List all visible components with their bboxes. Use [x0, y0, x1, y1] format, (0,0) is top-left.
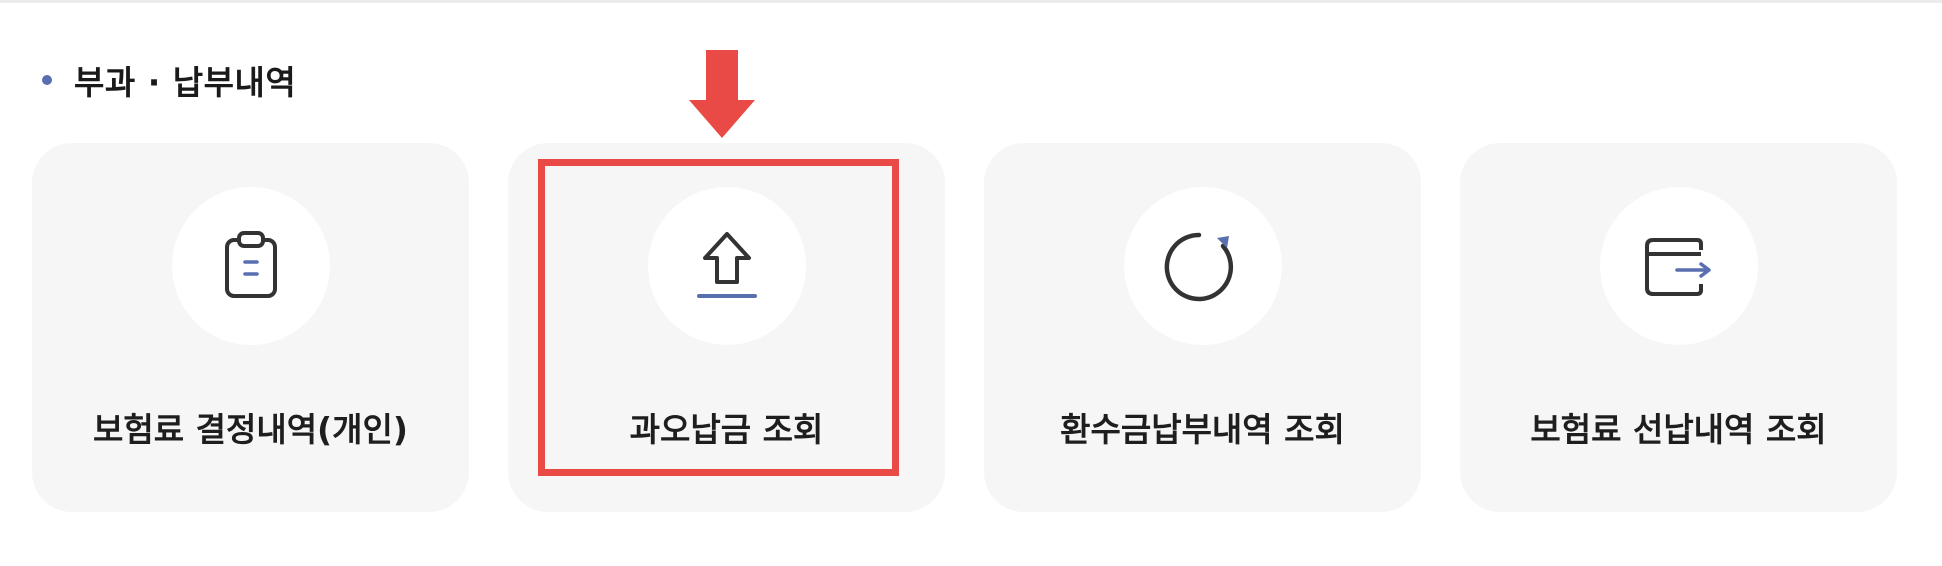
upload-arrow-icon: [697, 232, 757, 298]
icon-circle: [1124, 187, 1282, 345]
menu-card-list: 보험료 결정내역(개인) 과오납금 조회 환수금납부내역 조회 보험료 선납내역…: [32, 143, 1897, 512]
card-label: 과오납금 조회: [629, 410, 824, 449]
card-label: 환수금납부내역 조회: [1060, 410, 1345, 449]
section-heading: 부과 · 납부내역: [42, 58, 296, 102]
card-prepayment-inquiry[interactable]: 보험료 선납내역 조회: [1460, 143, 1897, 512]
top-divider: [0, 0, 1942, 3]
icon-circle: [1600, 187, 1758, 345]
card-recovery-payment[interactable]: 환수금납부내역 조회: [984, 143, 1421, 512]
section-title: 부과 · 납부내역: [74, 63, 297, 102]
bullet-icon: [42, 75, 52, 85]
card-label: 보험료 선납내역 조회: [1530, 410, 1827, 449]
icon-circle: [648, 187, 806, 345]
card-overpayment-inquiry[interactable]: 과오납금 조회: [508, 143, 945, 512]
clipboard-icon: [225, 231, 277, 298]
card-label: 보험료 결정내역(개인): [93, 410, 408, 449]
wallet-icon: [1645, 238, 1711, 296]
pointer-arrow-icon: [689, 50, 755, 138]
card-premium-decision[interactable]: 보험료 결정내역(개인): [32, 143, 469, 512]
icon-circle: [172, 187, 330, 345]
refresh-icon: [1164, 232, 1234, 302]
